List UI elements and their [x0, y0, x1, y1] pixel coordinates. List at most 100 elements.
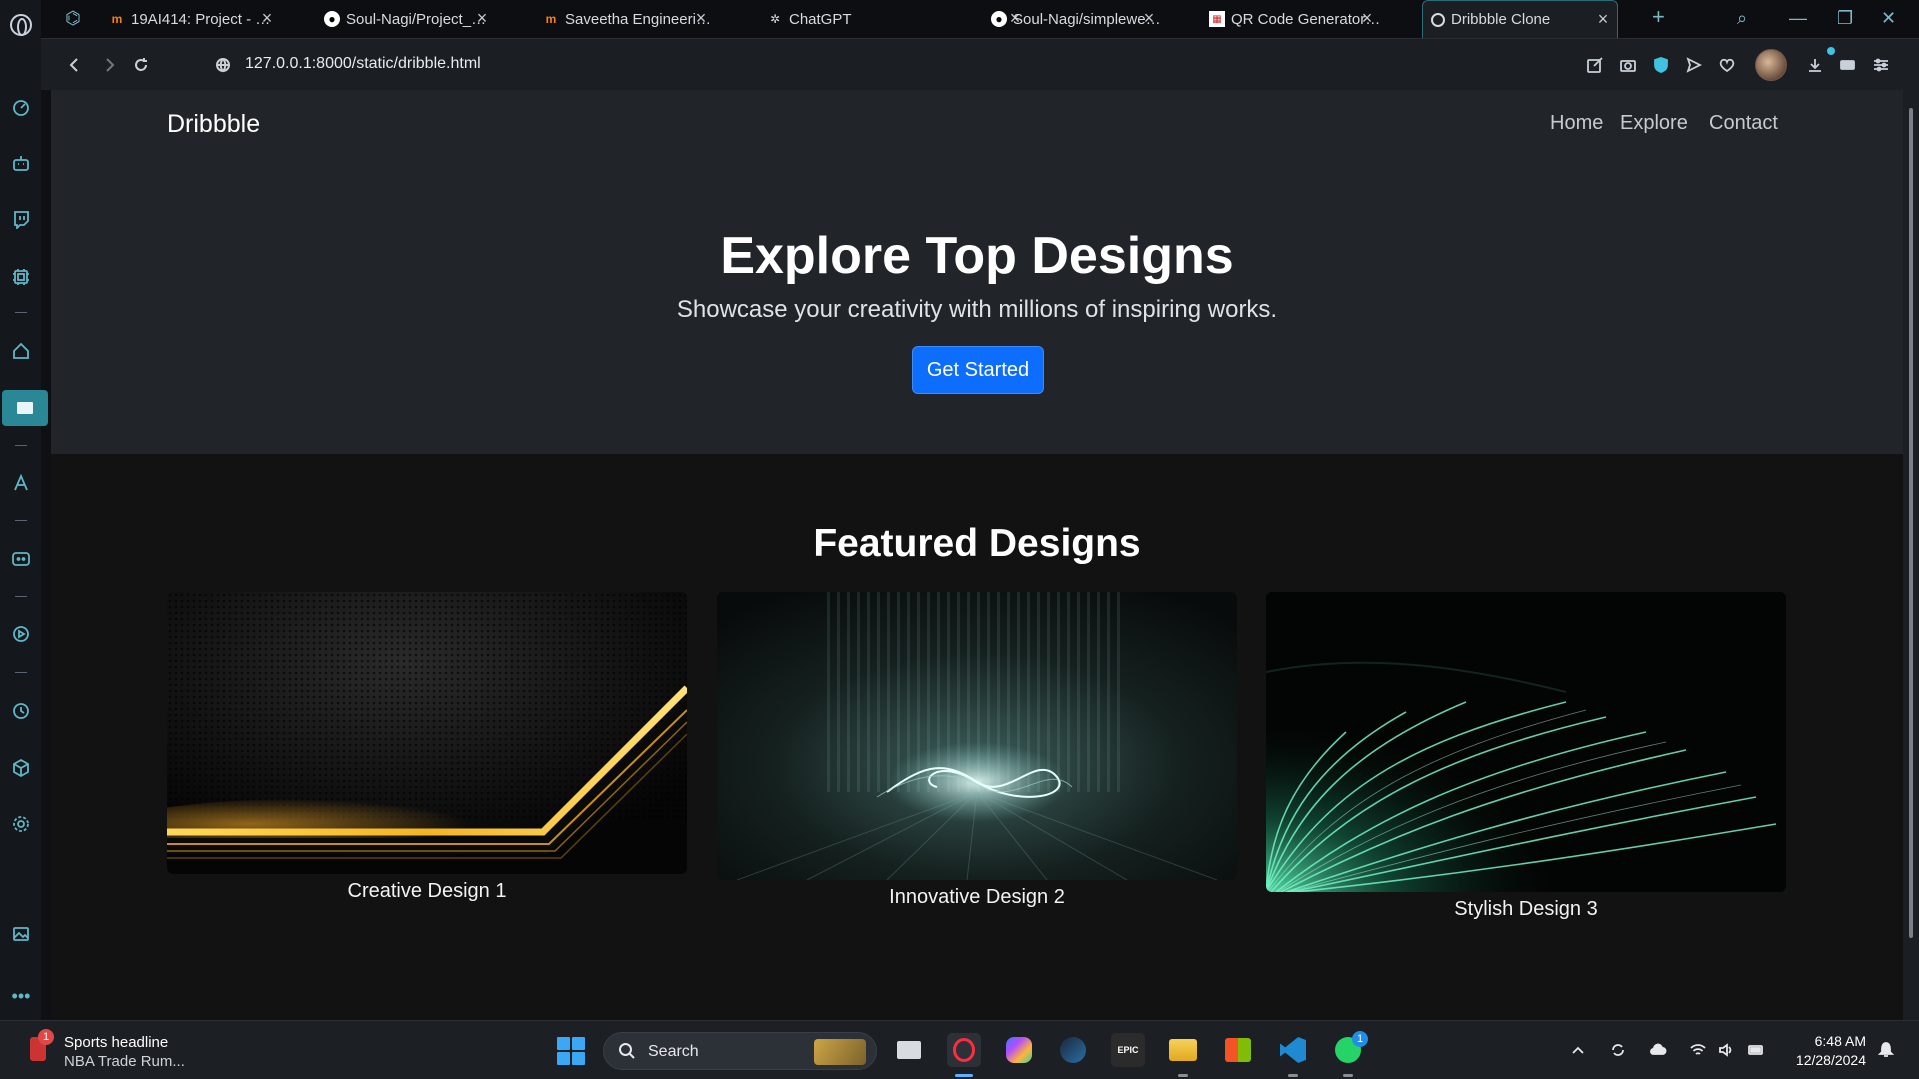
design-card[interactable]: Stylish Design 3: [1266, 592, 1786, 921]
minimize-icon[interactable]: —: [1789, 8, 1807, 29]
file-explorer-icon[interactable]: [1166, 1033, 1200, 1067]
design-card[interactable]: Innovative Design 2: [717, 592, 1237, 909]
twitch-icon[interactable]: [10, 208, 32, 230]
taskbar-search[interactable]: Search: [603, 1032, 877, 1070]
news-widget[interactable]: Sports headline NBA Trade Rum...: [64, 1033, 185, 1071]
running-indicator: [955, 1074, 973, 1077]
github-icon: ●: [324, 11, 340, 27]
battery-icon[interactable]: [1746, 1041, 1766, 1059]
forward-button[interactable]: [97, 53, 121, 77]
speed-dial-icon[interactable]: [10, 96, 32, 118]
tab-close-icon[interactable]: ×: [1141, 9, 1157, 27]
running-indicator: [1288, 1074, 1298, 1077]
site-brand[interactable]: Dribbble: [167, 110, 260, 139]
qr-icon: ▦: [1209, 11, 1225, 27]
opera-logo-icon[interactable]: [10, 14, 32, 36]
epic-games-icon[interactable]: EPIC: [1111, 1033, 1145, 1067]
tab-islands-icon[interactable]: ⌬: [65, 8, 81, 29]
new-tab-icon[interactable]: +: [1652, 4, 1665, 30]
site-info-icon[interactable]: [211, 53, 235, 77]
featured-title: Featured Designs: [813, 522, 1141, 565]
tab-title: ChatGPT: [789, 10, 852, 28]
sync-icon[interactable]: [1608, 1041, 1628, 1059]
aria-bot-icon[interactable]: [10, 152, 32, 174]
back-button[interactable]: [63, 53, 87, 77]
home-icon[interactable]: [10, 340, 32, 362]
tab-close-icon[interactable]: ×: [1359, 9, 1375, 27]
nav-contact[interactable]: Contact: [1709, 112, 1778, 135]
news-headline: Sports headline: [64, 1034, 169, 1051]
tab[interactable]: ● Soul-Nagi/Project_Drib ×: [316, 0, 496, 38]
nav-home[interactable]: Home: [1550, 112, 1603, 135]
player-icon[interactable]: [10, 623, 32, 645]
nav-explore[interactable]: Explore: [1620, 112, 1688, 135]
close-window-icon[interactable]: ✕: [1881, 8, 1896, 29]
edit-icon[interactable]: [1585, 55, 1605, 75]
discord-icon[interactable]: [10, 548, 32, 570]
opera-sidebar: •••: [0, 0, 48, 1020]
battery-saver-icon[interactable]: [1838, 55, 1858, 75]
tab[interactable]: ▦ QR Code Generator | Ci ×: [1201, 0, 1381, 38]
copilot-icon[interactable]: [1002, 1033, 1036, 1067]
steam-icon[interactable]: [1056, 1033, 1090, 1067]
opera-taskbar-icon[interactable]: [947, 1033, 981, 1067]
sidebar-divider: [15, 445, 27, 446]
extensions-icon[interactable]: [10, 757, 32, 779]
download-icon[interactable]: [1805, 55, 1825, 75]
running-indicator: [1178, 1074, 1188, 1077]
tab-title: Dribbble Clone: [1451, 11, 1551, 28]
tab-close-icon[interactable]: ×: [1595, 10, 1611, 28]
more-icon[interactable]: •••: [10, 985, 32, 1007]
cpu-limiter-icon[interactable]: [10, 266, 32, 288]
tab-close-icon[interactable]: ×: [693, 9, 709, 27]
tab[interactable]: m Saveetha Engineering C ×: [535, 0, 715, 38]
wifi-icon[interactable]: [1688, 1041, 1708, 1059]
onedrive-icon[interactable]: [1648, 1041, 1668, 1059]
gallery-icon[interactable]: [10, 923, 32, 945]
tab-close-icon[interactable]: ×: [474, 9, 490, 27]
search-tabs-icon[interactable]: ⌕: [1737, 8, 1747, 29]
get-started-button[interactable]: Get Started: [912, 346, 1044, 394]
vscode-icon[interactable]: [1276, 1033, 1310, 1067]
volume-icon[interactable]: [1716, 1041, 1736, 1059]
gold-stripes-artwork[interactable]: [167, 592, 687, 874]
design-card[interactable]: Creative Design 1: [167, 592, 687, 903]
snapshot-icon[interactable]: [1618, 55, 1638, 75]
send-icon[interactable]: [1684, 55, 1704, 75]
start-button[interactable]: [557, 1037, 585, 1065]
chevron-up-icon[interactable]: [1568, 1041, 1588, 1059]
heart-icon[interactable]: [1717, 55, 1737, 75]
hero-section: Explore Top Designs Showcase your creati…: [51, 154, 1903, 454]
clock-date: 12/28/2024: [1795, 1052, 1866, 1068]
web-page: Dribbble Home Explore Contact Explore To…: [51, 90, 1903, 1020]
tab[interactable]: m 19AI414: Project - Resp ×: [101, 0, 281, 38]
featured-section: Featured Designs Creative Design 1 Innov…: [51, 454, 1903, 1020]
profile-avatar[interactable]: [1755, 49, 1787, 81]
notification-bell-icon[interactable]: [1876, 1041, 1896, 1059]
card-caption: Stylish Design 3: [1454, 898, 1598, 920]
clock[interactable]: 6:48 AM 12/28/2024: [1780, 1032, 1866, 1070]
task-view-icon[interactable]: [892, 1033, 926, 1067]
history-icon[interactable]: [10, 700, 32, 722]
reload-button[interactable]: [129, 53, 153, 77]
tab-active[interactable]: Dribbble Clone ×: [1422, 0, 1618, 38]
aria-icon[interactable]: [10, 472, 32, 494]
scrollbar-thumb[interactable]: [1909, 108, 1913, 938]
vpn-shield-icon[interactable]: [1651, 55, 1671, 75]
page-scrollbar[interactable]: [1903, 90, 1919, 1020]
ms-store-icon[interactable]: [1221, 1033, 1255, 1067]
address-bar: 127.0.0.1:8000/static/dribble.html: [41, 38, 1919, 90]
tab-close-icon[interactable]: ×: [259, 9, 275, 27]
clock-time: 6:48 AM: [1814, 1033, 1866, 1049]
easy-setup-icon[interactable]: [1871, 55, 1891, 75]
sidebar-divider: [15, 672, 27, 673]
tab[interactable]: ● Soul-Nagi/simplewebsi ×: [983, 0, 1163, 38]
settings-icon[interactable]: [10, 813, 32, 835]
teal-infinity-light-artwork[interactable]: [717, 592, 1237, 880]
globe-icon: [1431, 12, 1445, 27]
desktop: ••• ⌬ m 19AI414: Project - Resp × ● Soul…: [0, 0, 1919, 1079]
workspace-active-icon[interactable]: [2, 390, 48, 426]
url-field[interactable]: 127.0.0.1:8000/static/dribble.html: [245, 55, 481, 73]
green-light-fan-artwork[interactable]: [1266, 592, 1786, 892]
restore-icon[interactable]: ❐: [1837, 8, 1853, 29]
